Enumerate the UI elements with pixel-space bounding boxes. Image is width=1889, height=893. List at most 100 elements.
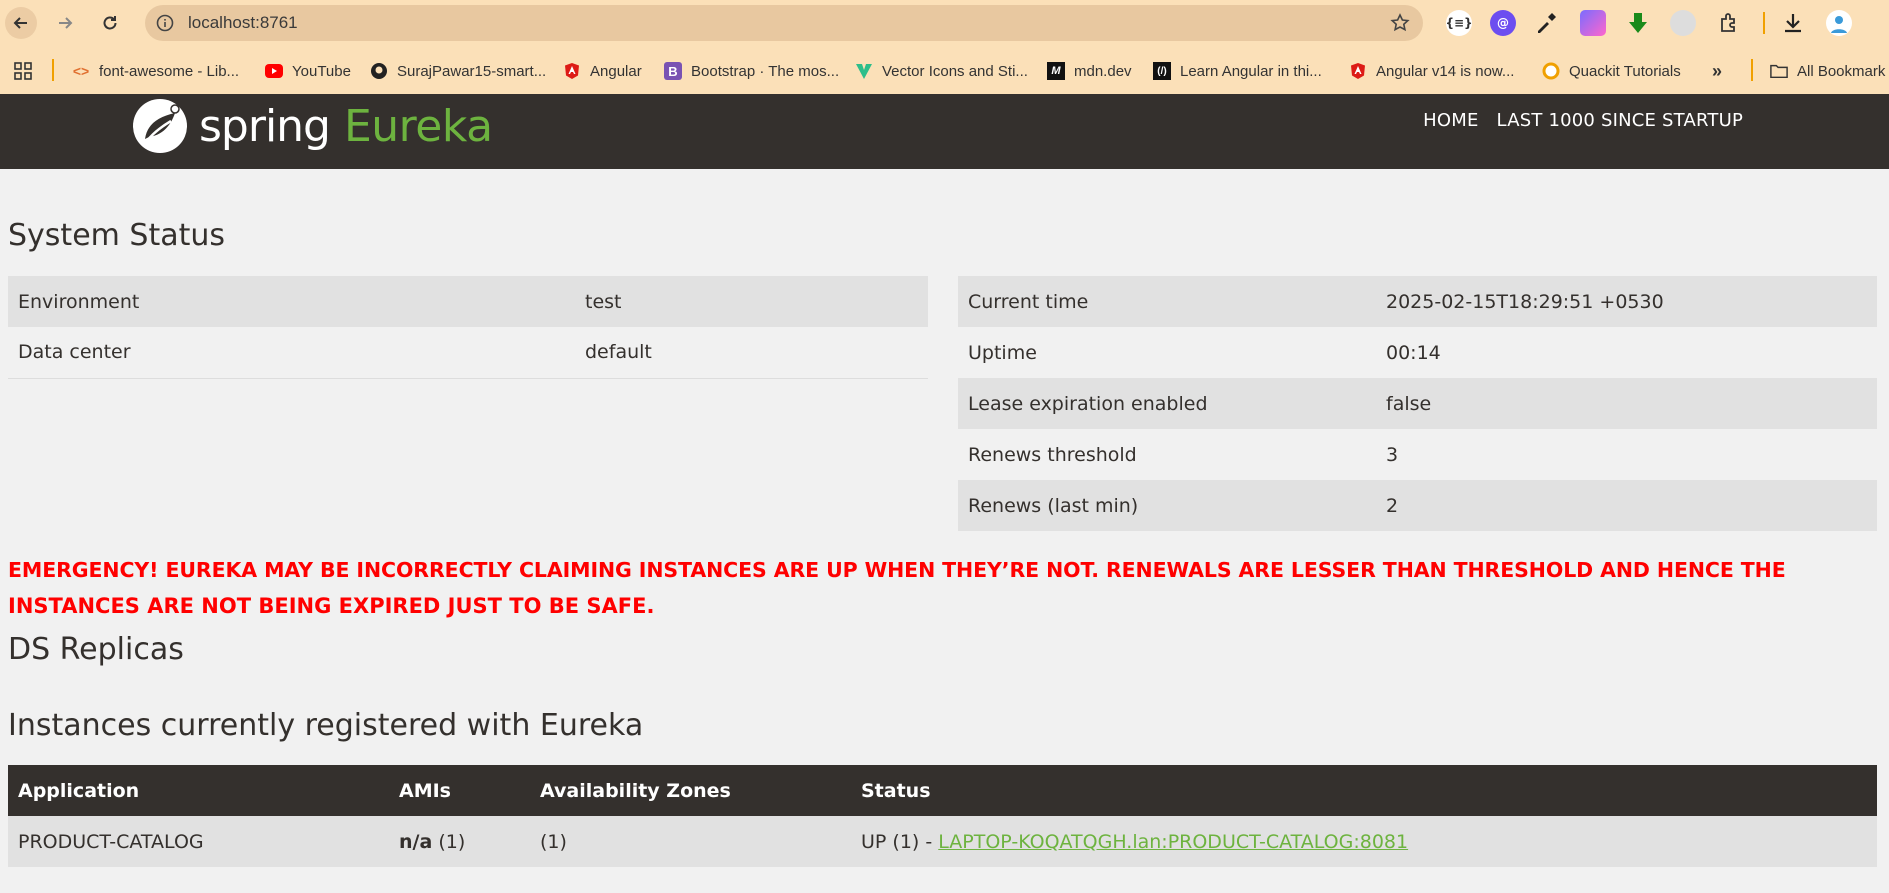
main-nav: HOME LAST 1000 SINCE STARTUP (1423, 110, 1743, 131)
arrow-right-icon (59, 17, 73, 29)
instances-header-row: Application AMIs Availability Zones Stat… (8, 765, 1877, 816)
status-cell: UP (1) - LAPTOP-KOQATQGH.lan:PRODUCT-CAT… (851, 816, 1877, 867)
status-value: false (1376, 378, 1877, 429)
system-status-left-table: Environment test Data center default (8, 276, 928, 379)
bookmark-learn-angular[interactable]: (/) Learn Angular in thi... (1153, 58, 1322, 84)
bookmark-label: Angular v14 is now... (1376, 62, 1515, 80)
status-value: 00:14 (1386, 341, 1441, 364)
bookmark-vector-icons[interactable]: Vector Icons and Sti... (855, 58, 1028, 84)
address-bar[interactable]: localhost:8761 (145, 5, 1423, 41)
status-label: Data center (8, 327, 575, 379)
bootstrap-icon: B (664, 62, 682, 80)
instance-status-link[interactable]: LAPTOP-KOQATQGH.lan:PRODUCT-CATALOG:8081 (938, 831, 1408, 853)
at-extension-icon[interactable]: @ (1490, 10, 1516, 36)
bookmark-youtube[interactable]: YouTube (265, 58, 351, 84)
bookmark-star-icon[interactable] (1389, 12, 1411, 34)
bookmark-label: Learn Angular in thi... (1180, 62, 1322, 80)
browser-toolbar: localhost:8761 {≡} @ (0, 0, 1889, 46)
back-button[interactable] (5, 7, 37, 39)
color-picker-icon[interactable] (1533, 10, 1559, 36)
status-value: test (575, 276, 928, 327)
code-icon: <> (72, 63, 90, 79)
apps-grid-icon (14, 62, 32, 80)
status-row-uptime: Uptime 00:14 (958, 327, 1877, 378)
status-row-current-time: Current time 2025-02-15T18:29:51 +0530 (958, 276, 1877, 327)
json-extension-icon[interactable]: {≡} (1445, 10, 1473, 36)
spring-eureka-logo[interactable]: spring Eureka (131, 96, 493, 156)
status-label: Current time (958, 276, 1376, 327)
status-row-environment: Environment test (8, 276, 928, 327)
status-value: default (575, 327, 928, 379)
amis-value: n/a (399, 830, 433, 853)
ds-replicas-title: DS Replicas (8, 632, 184, 667)
status-label: Lease expiration enabled (958, 378, 1376, 429)
status-value: 3 (1386, 443, 1399, 466)
tab-extension-icon[interactable] (1670, 10, 1696, 36)
bookmark-label: Quackit Tutorials (1569, 62, 1681, 80)
emergency-line-1: EMERGENCY! EUREKA MAY BE INCORRECTLY CLA… (8, 558, 1786, 582)
angular-icon (1349, 62, 1367, 80)
bookmark-bootstrap[interactable]: B Bootstrap · The mos... (664, 58, 839, 84)
all-bookmarks-button[interactable]: All Bookmark (1770, 58, 1885, 84)
status-label: Environment (8, 276, 575, 327)
bookmark-quackit[interactable]: Quackit Tutorials (1542, 58, 1681, 84)
bookmark-github[interactable]: SurajPawar15-smart... (370, 58, 546, 84)
profile-avatar-icon[interactable] (1826, 10, 1852, 36)
status-value: 2 (1376, 480, 1877, 531)
column-header-status: Status (851, 765, 1877, 816)
vector-icon (855, 62, 873, 80)
bookmarks-bar: <> font-awesome - Lib... YouTube SurajPa… (0, 52, 1889, 88)
status-row-lease-expiration: Lease expiration enabled false (958, 378, 1877, 429)
bookmark-mdn[interactable]: M mdn.dev (1047, 58, 1132, 84)
bookmark-label: Bootstrap · The mos... (691, 62, 840, 80)
column-header-amis: AMIs (389, 765, 530, 816)
column-header-zones: Availability Zones (530, 765, 851, 816)
eureka-navbar: spring Eureka HOME LAST 1000 SINCE START… (0, 94, 1889, 169)
reload-button[interactable] (94, 7, 126, 39)
all-bookmarks-label: All Bookmark (1797, 62, 1886, 80)
angular-learn-icon: (/) (1153, 62, 1171, 80)
system-status-title: System Status (8, 218, 226, 253)
extensions-puzzle-icon[interactable] (1716, 10, 1742, 36)
bookmark-label: YouTube (292, 62, 351, 80)
table-row: PRODUCT-CATALOG n/a (1) (1) UP (1) - LAP… (8, 816, 1877, 867)
folder-icon (1770, 62, 1788, 80)
logo-eureka-text: Eureka (343, 100, 493, 152)
site-info-icon[interactable] (155, 13, 175, 33)
bookmark-font-awesome[interactable]: <> font-awesome - Lib... (72, 58, 239, 84)
zones-cell: (1) (530, 816, 851, 867)
downloads-icon[interactable] (1780, 10, 1806, 36)
mdn-icon: M (1047, 62, 1065, 80)
emergency-warning: EMERGENCY! EUREKA MAY BE INCORRECTLY CLA… (8, 552, 1878, 624)
status-row-renews-last-min: Renews (last min) 2 (958, 480, 1877, 531)
bookmark-label: mdn.dev (1074, 62, 1132, 80)
status-label: Uptime (968, 341, 1037, 364)
bookmark-label: font-awesome - Lib... (99, 62, 240, 80)
application-name: PRODUCT-CATALOG (8, 816, 389, 867)
reload-icon (103, 16, 117, 30)
amis-cell: n/a (1) (389, 816, 530, 867)
nav-home-link[interactable]: HOME (1423, 110, 1478, 131)
nav-last-1000-link[interactable]: LAST 1000 SINCE STARTUP (1497, 110, 1743, 131)
apps-grid-button[interactable] (14, 58, 41, 84)
logo-spring-text: spring (199, 100, 331, 152)
bookmark-angular-v14[interactable]: Angular v14 is now... (1349, 58, 1514, 84)
grid-extension-icon[interactable] (1580, 10, 1606, 36)
browser-chrome: localhost:8761 {≡} @ <> font-awesome - L… (0, 0, 1889, 94)
bookmark-angular[interactable]: Angular (563, 58, 642, 84)
amis-count: (1) (438, 830, 466, 853)
more-bookmarks-chevron-icon[interactable]: » (1712, 58, 1722, 84)
forward-button[interactable] (49, 7, 81, 39)
status-prefix: UP (1) - (861, 830, 939, 853)
instances-table: Application AMIs Availability Zones Stat… (8, 765, 1877, 867)
bookmark-label: Angular (590, 62, 642, 80)
angular-icon (563, 62, 581, 80)
instances-title: Instances currently registered with Eure… (8, 708, 644, 743)
status-value: 2025-02-15T18:29:51 +0530 (1376, 276, 1877, 327)
url-text: localhost:8761 (188, 13, 298, 32)
toolbar-separator (1763, 12, 1765, 34)
download-arrow-extension-icon[interactable] (1625, 10, 1651, 36)
youtube-icon (265, 62, 283, 80)
column-header-application: Application (8, 765, 389, 816)
github-icon (370, 62, 388, 80)
